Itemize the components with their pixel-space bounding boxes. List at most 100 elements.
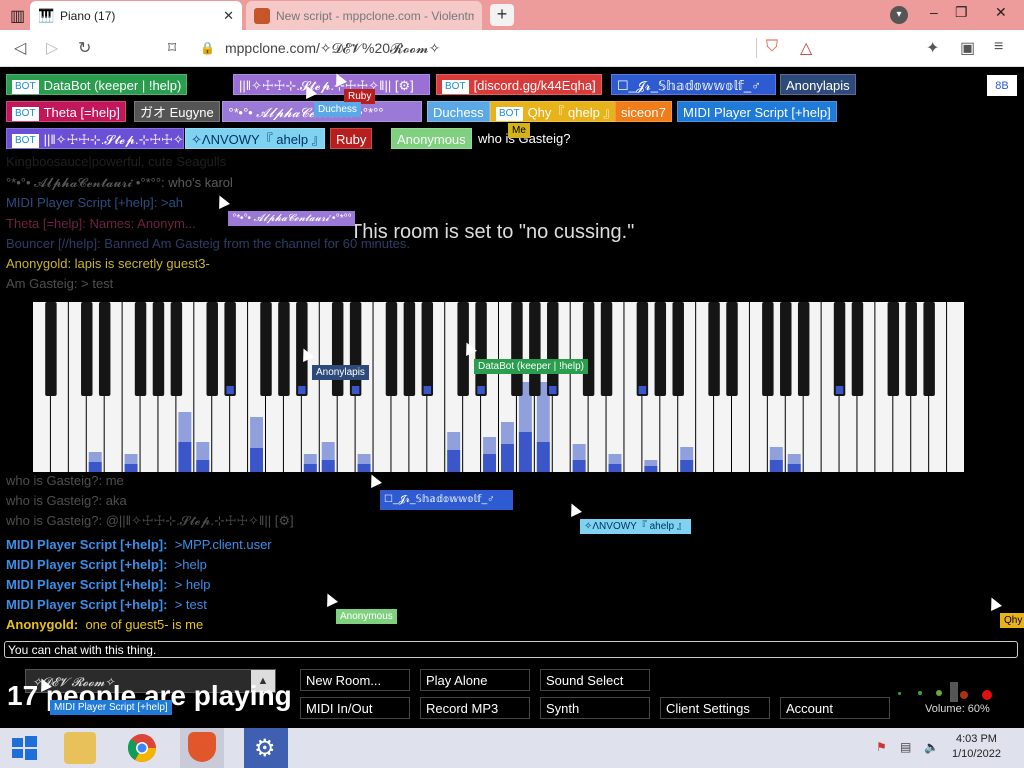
- black-key[interactable]: [547, 302, 559, 396]
- black-key[interactable]: [260, 302, 272, 396]
- black-key[interactable]: [672, 302, 684, 396]
- volume-knob[interactable]: [950, 682, 958, 702]
- midi-in-out-button[interactable]: MIDI In/Out: [300, 697, 410, 719]
- black-key[interactable]: [331, 302, 344, 396]
- maximize-button[interactable]: ❐: [955, 4, 968, 21]
- network-icon[interactable]: ▤: [900, 740, 911, 754]
- address-bar[interactable]: 🔒 mppclone.com/✧𝓓𝓔𝓥%20𝓡𝓸𝓸𝓶✧: [200, 33, 760, 63]
- file-explorer-icon[interactable]: [64, 732, 96, 764]
- black-key[interactable]: [403, 302, 416, 396]
- participant-anonylapis[interactable]: Anonylapis: [780, 74, 856, 95]
- black-key[interactable]: [170, 302, 183, 396]
- piano-keyboard[interactable]: [33, 302, 965, 472]
- participant-name: Theta [=help]: [43, 105, 120, 120]
- participant-anvowy[interactable]: ✧ΛNVOWY『 ahelp 』: [185, 128, 325, 149]
- black-key[interactable]: [475, 302, 487, 396]
- new-tab-button[interactable]: +: [490, 4, 514, 26]
- record-mp3-button[interactable]: Record MP3: [420, 697, 530, 719]
- black-key[interactable]: [923, 302, 935, 396]
- black-key[interactable]: [206, 302, 218, 396]
- participant-discord[interactable]: BOT [discord.gg/k44Eqha]: [436, 74, 602, 95]
- participant-theta[interactable]: BOT Theta [=help]: [6, 101, 126, 122]
- piano-keys[interactable]: [33, 302, 965, 472]
- participant-anonymous[interactable]: Anonymous: [391, 128, 472, 149]
- account-button[interactable]: Account: [780, 697, 890, 719]
- tab-title: Piano (17): [60, 8, 116, 23]
- bot-badge: BOT: [496, 107, 523, 121]
- windows-start-icon[interactable]: [8, 732, 40, 764]
- black-key[interactable]: [529, 302, 541, 396]
- black-key[interactable]: [224, 302, 236, 396]
- chat-message: MIDI Player Script [+help]: > test: [6, 597, 207, 612]
- participant-shadowolf[interactable]: ☐_𝓙𝓻_𝕊𝕙𝕒𝕕𝕠𝕨𝕨𝕠𝕝𝕗_♂: [611, 74, 776, 95]
- new-room-button[interactable]: New Room...: [300, 669, 410, 691]
- settings-taskbar-button[interactable]: ⚙: [244, 728, 288, 768]
- black-key[interactable]: [385, 302, 398, 396]
- black-key[interactable]: [278, 302, 290, 396]
- black-key[interactable]: [134, 302, 147, 396]
- black-key[interactable]: [582, 302, 595, 396]
- back-icon[interactable]: ◁: [14, 38, 26, 58]
- black-key[interactable]: [797, 302, 810, 396]
- black-key[interactable]: [905, 302, 917, 396]
- black-key[interactable]: [421, 302, 434, 396]
- wallet-icon[interactable]: ▣: [960, 38, 975, 58]
- black-key[interactable]: [833, 302, 846, 396]
- extensions-icon[interactable]: ✦: [926, 38, 939, 58]
- sound-select-button[interactable]: Sound Select: [540, 669, 650, 691]
- participant-name: Qhy『 qhelp 』: [527, 105, 617, 120]
- tab-piano[interactable]: 🎹 Piano (17) ✕: [30, 1, 242, 30]
- menu-icon[interactable]: ≡: [994, 38, 1003, 56]
- participant-databot[interactable]: BOT DataBot (keeper | !help): [6, 74, 188, 95]
- black-key[interactable]: [349, 302, 362, 396]
- reload-icon[interactable]: ↻: [78, 38, 91, 58]
- client-settings-button[interactable]: Client Settings: [660, 697, 770, 719]
- forward-icon[interactable]: ▷: [46, 38, 58, 58]
- brave-taskbar-button[interactable]: [180, 728, 224, 768]
- black-key[interactable]: [887, 302, 900, 396]
- black-key[interactable]: [726, 302, 738, 396]
- cursor-label-shadowolf: ☐_𝓙𝓻_𝕊𝕙𝕒𝕕𝕠𝕨𝕨𝕠𝕝𝕗_♂: [380, 490, 513, 510]
- black-key[interactable]: [851, 302, 864, 396]
- faded-message: Am Gasteig: > test: [6, 276, 114, 291]
- synth-button[interactable]: Synth: [540, 697, 650, 719]
- brave-shields-icon[interactable]: ⛉: [766, 38, 778, 56]
- profile-icon[interactable]: ▾: [890, 6, 908, 24]
- black-key[interactable]: [98, 302, 111, 396]
- black-key[interactable]: [511, 302, 523, 396]
- black-key[interactable]: [654, 302, 667, 396]
- black-key[interactable]: [780, 302, 792, 396]
- tab-new-script[interactable]: New script - mppclone.com - Violentmo: [246, 1, 482, 30]
- player-count-badge[interactable]: 8B: [987, 75, 1017, 96]
- black-key[interactable]: [708, 302, 720, 396]
- note-trail: [518, 432, 532, 472]
- participant-siceon7[interactable]: siceon7: [615, 101, 672, 122]
- chat-input[interactable]: You can chat with this thing.: [4, 641, 1018, 658]
- bookmark-icon[interactable]: ⌑: [168, 38, 176, 58]
- participant-qhy[interactable]: BOT Qhy『 qhelp 』: [490, 101, 623, 122]
- play-alone-button[interactable]: Play Alone: [420, 669, 530, 691]
- black-key[interactable]: [762, 302, 774, 396]
- chrome-icon[interactable]: [126, 732, 158, 764]
- note-trail: [501, 444, 514, 472]
- black-key[interactable]: [45, 302, 57, 396]
- black-key[interactable]: [636, 302, 649, 396]
- close-tab-icon[interactable]: ✕: [223, 8, 234, 24]
- close-window-button[interactable]: ✕: [995, 4, 1007, 21]
- participant-eugyne[interactable]: ガオ Eugyne: [134, 101, 220, 122]
- black-key[interactable]: [152, 302, 165, 396]
- participant-step-bot[interactable]: BOT ||‖✧☩☩⊹.𝓢𝓽𝓮𝓹.⊹☩☩✧‖|| [⚙]: [6, 128, 184, 149]
- white-key[interactable]: [947, 302, 964, 472]
- minimize-button[interactable]: –: [930, 4, 938, 20]
- flag-icon[interactable]: ⚑: [876, 740, 887, 754]
- participant-midi-player[interactable]: MIDI Player Script [+help]: [677, 101, 837, 122]
- screen: { "browser": { "tabs": [ {"title": "Pian…: [0, 0, 1024, 768]
- brave-rewards-icon[interactable]: △: [800, 38, 812, 58]
- meter-led: [960, 691, 968, 699]
- black-key[interactable]: [600, 302, 613, 396]
- participant-duchess[interactable]: Duchess: [427, 101, 490, 122]
- participant-ruby[interactable]: Ruby: [330, 128, 373, 149]
- black-key[interactable]: [81, 302, 93, 396]
- volume-muted-icon[interactable]: 🔈: [924, 740, 939, 754]
- system-clock[interactable]: 4:03 PM 1/10/2022: [952, 732, 1001, 762]
